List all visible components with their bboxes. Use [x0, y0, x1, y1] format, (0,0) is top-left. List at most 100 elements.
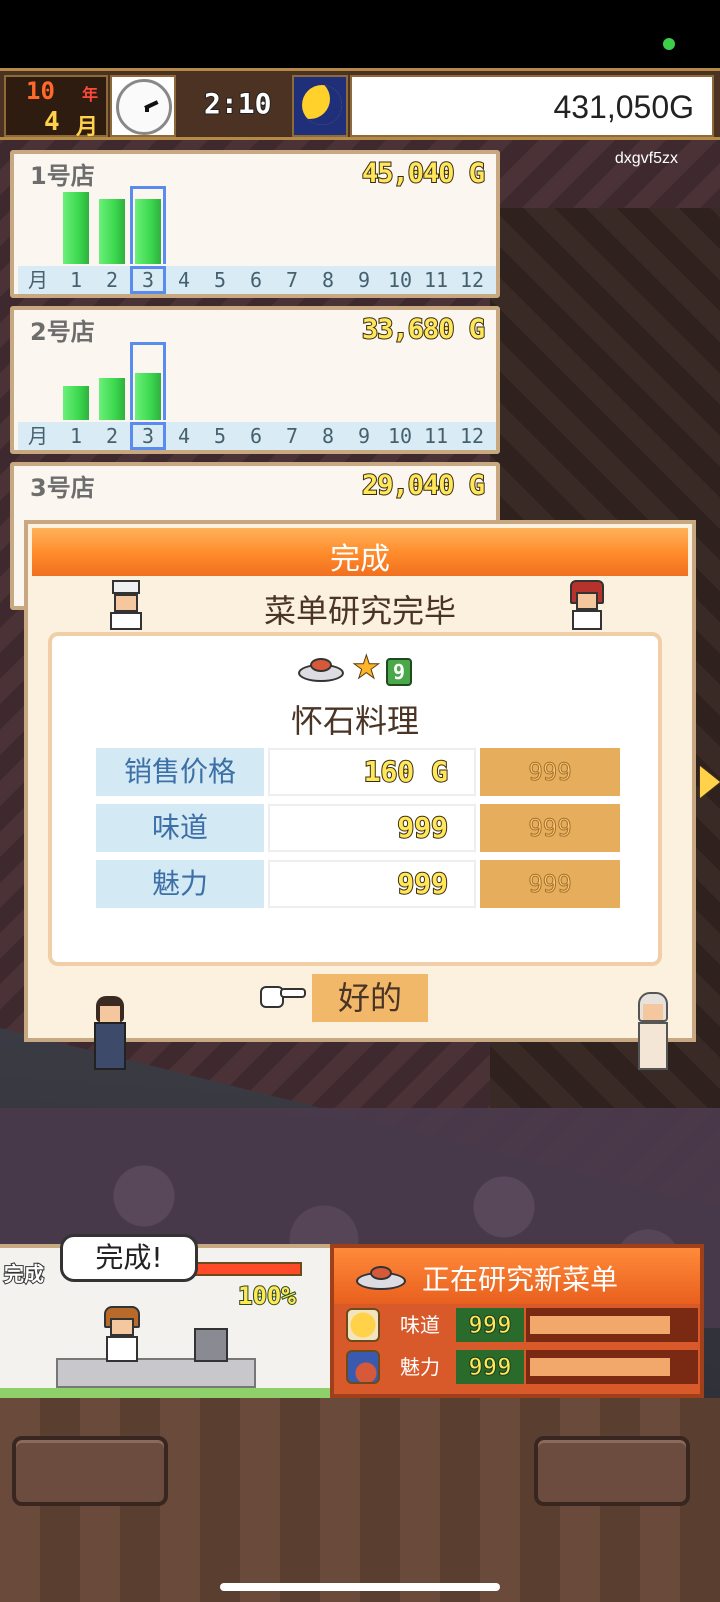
month-tick[interactable]: 5 [202, 266, 238, 294]
year-unit: 年 [82, 85, 99, 104]
time-display: 2:10 [178, 75, 290, 137]
kitchen-view: 完成 100% 完成! [0, 1234, 330, 1402]
revenue-bar [135, 199, 161, 264]
clock-icon [110, 75, 176, 137]
month-tick[interactable]: 8 [310, 422, 346, 450]
month-axis-label: 月 [28, 268, 48, 292]
dish-icon [298, 654, 344, 684]
player-id: dxgvf5zx [614, 150, 678, 167]
research-progress-fill [192, 1264, 300, 1274]
research-stat-track [526, 1350, 698, 1384]
store-panel-1[interactable]: 1号店 45,040 G 月 1 2 3 4 5 6 7 8 9 10 11 12 [10, 150, 500, 298]
store-panel-2[interactable]: 2号店 33,680 G 月 1 2 3 4 5 6 7 8 9 10 11 12 [10, 306, 500, 454]
month-tick[interactable]: 6 [238, 422, 274, 450]
research-stat-label: 魅力 [400, 1355, 440, 1379]
star-count: 9 [386, 658, 412, 686]
month-tick[interactable]: 1 [58, 266, 94, 294]
pot-icon [194, 1328, 228, 1362]
research-title: 正在研究新菜单 [422, 1263, 619, 1296]
month-tick[interactable]: 8 [310, 266, 346, 294]
revenue-bar [135, 373, 161, 420]
next-arrow-icon[interactable] [700, 766, 720, 798]
result-card: ★ 9 怀石料理 销售价格 160 G 999 味道 999 999 魅力 99… [48, 632, 668, 1070]
status-bar [0, 0, 720, 68]
month-tick[interactable]: 10 [382, 266, 418, 294]
research-stat-bar [530, 1358, 670, 1376]
research-area: 完成 100% 完成! 正在研究新菜单 味道 999 魅力 999 [0, 1234, 720, 1402]
dialog-title: 完成 [330, 542, 390, 577]
month-tick[interactable]: 6 [238, 266, 274, 294]
date-display: 10 年 4 月 [4, 75, 108, 140]
store-chart [18, 342, 496, 420]
month-tick[interactable]: 4 [166, 266, 202, 294]
sparkle-dish-icon [346, 1350, 380, 1384]
month-tick[interactable]: 3 [130, 422, 166, 450]
month-tick[interactable]: 7 [274, 422, 310, 450]
month-tick[interactable]: 12 [454, 422, 490, 450]
stat-row-price: 销售价格 160 G 999 [96, 748, 620, 796]
revenue-bar [63, 386, 89, 420]
research-stat-label: 味道 [400, 1313, 440, 1337]
dialog-header: 完成 [32, 528, 688, 577]
month-unit: 月 [76, 115, 99, 140]
month-tick[interactable]: 11 [418, 266, 454, 294]
store-chart [18, 186, 496, 264]
stat-row-taste: 味道 999 999 [96, 804, 620, 852]
month-tick[interactable]: 1 [58, 422, 94, 450]
dish-icon [356, 1262, 406, 1292]
research-progress-percent: 100% [237, 1281, 297, 1311]
research-row-charm: 魅力 999 [342, 1350, 698, 1386]
left-menu-button[interactable] [12, 1436, 168, 1506]
month-tick[interactable]: 11 [418, 422, 454, 450]
status-indicator-dot [663, 38, 675, 50]
cook-sprite [100, 1306, 144, 1362]
pointing-hand-icon [260, 982, 306, 1010]
month-tick[interactable]: 3 [130, 266, 166, 294]
research-row-taste: 味道 999 [342, 1308, 698, 1344]
month-tick[interactable]: 9 [346, 422, 382, 450]
stat-value: 160 G [268, 748, 476, 796]
month-number: 4 [44, 107, 60, 137]
star-icon: ★ [352, 648, 382, 686]
month-tick[interactable]: 9 [346, 266, 382, 294]
stat-value: 999 [268, 860, 476, 908]
store-name: 3号店 [30, 474, 95, 502]
month-tick[interactable]: 2 [94, 266, 130, 294]
ok-button[interactable]: 好的 [312, 974, 428, 1022]
waitress-sprite [568, 580, 608, 630]
revenue-bar [99, 199, 125, 264]
research-progress-bar [190, 1262, 302, 1276]
research-stat-value: 999 [456, 1308, 524, 1342]
stat-bonus: 999 [480, 748, 620, 796]
dish-name: 怀石料理 [290, 702, 419, 740]
stat-bonus: 999 [480, 804, 620, 852]
money-display: 431,050G [350, 75, 714, 137]
time-text: 2:10 [203, 86, 272, 121]
bottom-nav [0, 1398, 720, 1602]
month-tick[interactable]: 12 [454, 266, 490, 294]
month-tick[interactable]: 10 [382, 422, 418, 450]
ok-area: 好的 [260, 974, 460, 1022]
research-stat-track [526, 1308, 698, 1342]
stat-value: 999 [268, 804, 476, 852]
revenue-bar [63, 192, 89, 264]
research-title-bar: 正在研究新菜单 [334, 1248, 700, 1304]
research-stat-bar [530, 1316, 670, 1334]
top-hud: 10 年 4 月 2:10 431,050G [0, 68, 720, 140]
month-tick[interactable]: 7 [274, 266, 310, 294]
right-menu-button[interactable] [534, 1436, 690, 1506]
customer-sprite [632, 992, 672, 1070]
research-panel[interactable]: 正在研究新菜单 味道 999 魅力 999 [330, 1244, 704, 1398]
home-indicator[interactable] [220, 1583, 500, 1591]
month-tick[interactable]: 5 [202, 422, 238, 450]
year-number: 10 [26, 77, 55, 105]
smile-icon [346, 1308, 380, 1342]
month-tick[interactable]: 4 [166, 422, 202, 450]
month-axis-label: 月 [28, 424, 48, 448]
month-tick[interactable]: 2 [94, 422, 130, 450]
month-axis: 月 1 2 3 4 5 6 7 8 9 10 11 12 [18, 422, 496, 450]
stat-bonus: 999 [480, 860, 620, 908]
speech-bubble: 完成! [60, 1234, 198, 1282]
store-revenue: 29,040 G [361, 469, 486, 502]
moon-icon [292, 75, 348, 137]
